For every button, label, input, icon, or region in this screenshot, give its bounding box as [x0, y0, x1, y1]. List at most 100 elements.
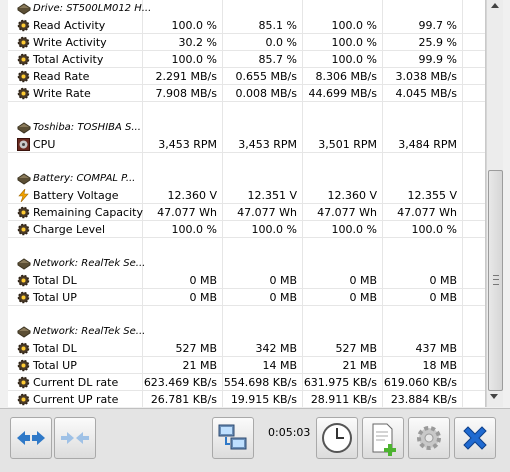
section-header[interactable]: Network: RealTek Se...	[8, 255, 485, 272]
value-cell: 47.077 Wh	[222, 204, 303, 221]
section-header[interactable]: Network: RealTek Se...	[8, 323, 485, 340]
value-cell: 437 MB	[382, 340, 463, 357]
sensor-value: 18 MB	[422, 359, 457, 372]
sensor-row[interactable]: Total DL 0 MB 0 MB 0 MB 0 MB	[8, 272, 485, 289]
spacer-row	[8, 238, 485, 255]
value-cell: 44.699 MB/s	[302, 85, 383, 102]
empty-cell	[142, 102, 223, 119]
spacer-row	[8, 306, 485, 323]
empty-cell	[142, 238, 223, 255]
collapse-button[interactable]	[54, 417, 96, 459]
chip-icon	[17, 257, 31, 270]
sensor-value: 85.7 %	[258, 53, 297, 66]
scroll-up-arrow-icon[interactable]	[491, 3, 499, 8]
value-cell: 14 MB	[222, 357, 303, 374]
value-cell: 21 MB	[142, 357, 223, 374]
sensor-value: 85.1 %	[258, 19, 297, 32]
gear-icon	[17, 87, 30, 100]
expand-button[interactable]	[10, 417, 52, 459]
network-button[interactable]	[212, 417, 254, 459]
sensor-row[interactable]: Read Rate 2.291 MB/s 0.655 MB/s 8.306 MB/s 3…	[8, 68, 485, 85]
empty-cell	[302, 170, 383, 187]
sensor-row[interactable]: Current DL rate 623.469 KB/s 554.698 KB/s 6…	[8, 374, 485, 391]
sensor-value: 554.698 KB/s	[223, 376, 297, 389]
drive-icon	[17, 2, 31, 15]
sensor-label: Write Activity	[33, 36, 107, 49]
value-cell: 99.9 %	[382, 51, 463, 68]
scrollbar-thumb[interactable]	[488, 170, 503, 391]
gear-icon	[17, 36, 30, 49]
empty-cell	[142, 170, 223, 187]
value-cell: 100.0 %	[302, 34, 383, 51]
value-cell: 18 MB	[382, 357, 463, 374]
sensor-row[interactable]: Remaining Capacity 47.077 Wh 47.077 Wh 47.0…	[8, 204, 485, 221]
scroll-down-arrow-icon[interactable]	[490, 394, 498, 399]
sensor-row[interactable]: Total UP 0 MB 0 MB 0 MB 0 MB	[8, 289, 485, 306]
section-title: Network: RealTek Se...	[33, 258, 146, 269]
sensor-value: 0 MB	[269, 274, 297, 287]
sensor-label: Read Rate	[33, 70, 90, 83]
section-header[interactable]: Drive: ST500LM012 H...	[8, 0, 485, 17]
sensor-name-cell: Battery Voltage	[8, 187, 143, 204]
sensor-value: 26.781 KB/s	[150, 393, 217, 406]
value-cell: 100.0 %	[302, 51, 383, 68]
sensor-row[interactable]: Read Activity 100.0 % 85.1 % 100.0 % 99.7 %	[8, 17, 485, 34]
clock-button[interactable]	[316, 417, 358, 459]
sensor-value: 623.469 KB/s	[143, 376, 217, 389]
empty-cell	[8, 153, 143, 170]
sensor-row[interactable]: Charge Level 100.0 % 100.0 % 100.0 % 100.0 %	[8, 221, 485, 238]
empty-cell	[222, 238, 303, 255]
sensor-value: 4.045 MB/s	[395, 87, 457, 100]
sensor-label: Write Rate	[33, 87, 91, 100]
sensor-row[interactable]: Total Activity 100.0 % 85.7 % 100.0 % 99.9 %	[8, 51, 485, 68]
sensor-label: Current DL rate	[33, 376, 119, 389]
sensor-row[interactable]: Battery Voltage 12.360 V 12.351 V 12.360 V 1…	[8, 187, 485, 204]
sensor-value: 3,484 RPM	[398, 138, 457, 151]
sensor-row[interactable]: Total UP 21 MB 14 MB 21 MB 18 MB	[8, 357, 485, 374]
vertical-scrollbar[interactable]	[486, 0, 503, 407]
sensor-value: 631.975 KB/s	[303, 376, 377, 389]
sensor-label: CPU	[33, 138, 56, 151]
spacer-row	[8, 153, 485, 170]
gear-icon	[17, 393, 30, 406]
sensor-value: 99.9 %	[418, 53, 457, 66]
add-log-button[interactable]	[362, 417, 404, 459]
section-title: Battery: COMPAL P...	[33, 173, 136, 184]
sensor-value: 0 MB	[349, 274, 377, 287]
empty-cell	[222, 170, 303, 187]
empty-cell	[382, 0, 463, 17]
value-cell: 12.351 V	[222, 187, 303, 204]
value-cell: 0 MB	[222, 289, 303, 306]
settings-button[interactable]	[408, 417, 450, 459]
gear-icon	[17, 206, 30, 219]
empty-cell	[142, 255, 223, 272]
elapsed-timer: 0:05:03	[268, 426, 311, 439]
value-cell: 0 MB	[302, 272, 383, 289]
section-header[interactable]: Battery: COMPAL P...	[8, 170, 485, 187]
close-button[interactable]	[454, 417, 496, 459]
sensor-row[interactable]: Write Rate 7.908 MB/s 0.008 MB/s 44.699 MB/…	[8, 85, 485, 102]
value-cell: 0.655 MB/s	[222, 68, 303, 85]
sensor-label: Total UP	[33, 291, 77, 304]
value-cell: 0 MB	[302, 289, 383, 306]
sensor-value: 12.360 V	[167, 189, 217, 202]
value-cell: 527 MB	[302, 340, 383, 357]
value-cell: 3,453 RPM	[222, 136, 303, 153]
sensor-value: 0.008 MB/s	[235, 87, 297, 100]
value-cell: 623.469 KB/s	[142, 374, 223, 391]
sensor-value: 619.060 KB/s	[383, 376, 457, 389]
sensor-label: Total DL	[33, 274, 77, 287]
value-cell: 0 MB	[142, 289, 223, 306]
sensor-row[interactable]: Write Activity 30.2 % 0.0 % 100.0 % 25.9 %	[8, 34, 485, 51]
sensor-label: Total DL	[33, 342, 77, 355]
sensor-row[interactable]: CPU 3,453 RPM 3,453 RPM 3,501 RPM 3,484 RPM	[8, 136, 485, 153]
gear-icon	[17, 19, 30, 32]
value-cell: 26.781 KB/s	[142, 391, 223, 407]
sensor-name-cell: Remaining Capacity	[8, 204, 143, 221]
sensor-value: 47.077 Wh	[317, 206, 377, 219]
sensor-row[interactable]: Current UP rate 26.781 KB/s 19.915 KB/s 28.…	[8, 391, 485, 407]
sensor-row[interactable]: Total DL 527 MB 342 MB 527 MB 437 MB	[8, 340, 485, 357]
section-title: Drive: ST500LM012 H...	[33, 3, 152, 14]
section-header[interactable]: Toshiba: TOSHIBA S...	[8, 119, 485, 136]
value-cell: 619.060 KB/s	[382, 374, 463, 391]
